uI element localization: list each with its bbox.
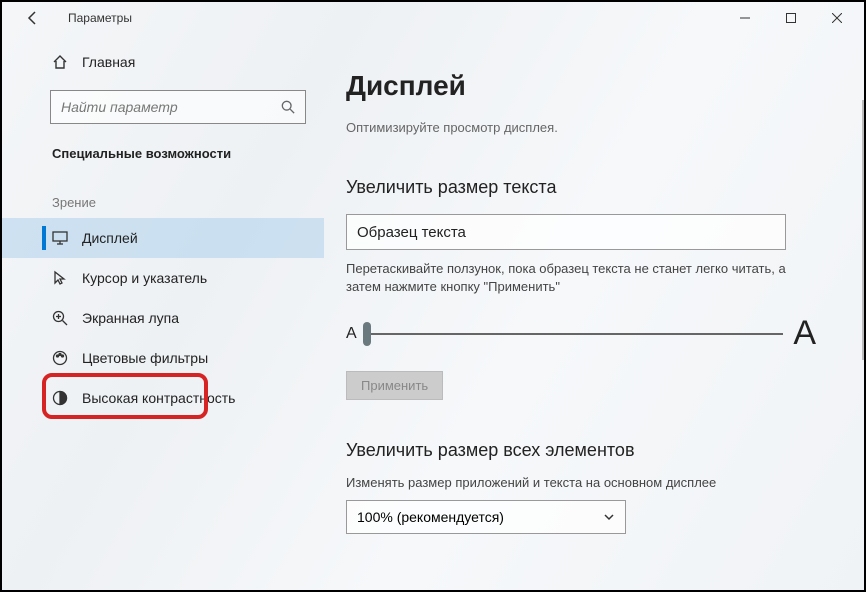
settings-window: Параметры Главная Специальные во — [0, 0, 866, 592]
sidebar: Главная Специальные возможности Зрение Д… — [2, 34, 324, 590]
text-size-slider[interactable] — [367, 333, 784, 335]
sample-text-box: Образец текста — [346, 214, 786, 250]
scale-dropdown[interactable]: 100% (рекомендуется) — [346, 500, 626, 534]
sidebar-item-display[interactable]: Дисплей — [2, 218, 324, 258]
chevron-down-icon — [603, 511, 615, 523]
sidebar-item-color-filters[interactable]: Цветовые фильтры — [2, 338, 324, 378]
contrast-icon — [52, 390, 68, 406]
scale-description: Изменять размер приложений и текста на о… — [346, 475, 844, 490]
apply-button[interactable]: Применить — [346, 371, 443, 400]
group-label-vision: Зрение — [2, 171, 324, 218]
main-panel: Дисплей Оптимизируйте просмотр дисплея. … — [324, 34, 864, 590]
minimize-icon — [740, 13, 750, 23]
search-box[interactable] — [50, 90, 306, 124]
section-scale-title: Увеличить размер всех элементов — [346, 440, 844, 461]
search-input[interactable] — [61, 99, 260, 115]
section-title: Специальные возможности — [2, 124, 324, 171]
scrollbar[interactable] — [862, 100, 864, 360]
sidebar-item-label: Высокая контрастность — [82, 390, 235, 406]
close-button[interactable] — [814, 2, 860, 34]
close-icon — [832, 13, 842, 23]
slider-label-large: A — [793, 314, 816, 353]
titlebar: Параметры — [2, 2, 864, 34]
arrow-left-icon — [25, 10, 41, 26]
search-icon — [281, 100, 295, 114]
sidebar-item-label: Курсор и указатель — [82, 270, 207, 286]
back-button[interactable] — [22, 7, 44, 29]
section-text-size-title: Увеличить размер текста — [346, 177, 844, 198]
app-title: Параметры — [68, 11, 132, 25]
titlebar-left: Параметры — [22, 7, 132, 29]
sidebar-item-cursor[interactable]: Курсор и указатель — [2, 258, 324, 298]
home-label: Главная — [82, 54, 135, 70]
slider-hint: Перетаскивайте ползунок, пока образец те… — [346, 260, 806, 296]
maximize-icon — [786, 13, 796, 23]
magnifier-icon — [52, 310, 68, 326]
sidebar-item-label: Экранная лупа — [82, 310, 179, 326]
sidebar-item-high-contrast[interactable]: Высокая контрастность — [2, 378, 324, 418]
sidebar-item-magnifier[interactable]: Экранная лупа — [2, 298, 324, 338]
sample-text: Образец текста — [357, 224, 466, 241]
page-title: Дисплей — [346, 70, 844, 102]
display-icon — [52, 230, 68, 246]
sidebar-item-label: Цветовые фильтры — [82, 350, 208, 366]
palette-icon — [52, 350, 68, 366]
maximize-button[interactable] — [768, 2, 814, 34]
home-icon — [52, 54, 68, 70]
home-link[interactable]: Главная — [2, 48, 324, 76]
slider-thumb[interactable] — [363, 322, 371, 346]
cursor-icon — [52, 270, 68, 286]
slider-label-small: A — [346, 325, 357, 343]
scale-value: 100% (рекомендуется) — [357, 509, 504, 525]
window-controls — [722, 2, 860, 34]
minimize-button[interactable] — [722, 2, 768, 34]
sidebar-item-label: Дисплей — [82, 230, 138, 246]
body-area: Главная Специальные возможности Зрение Д… — [2, 34, 864, 590]
page-subtitle: Оптимизируйте просмотр дисплея. — [346, 120, 844, 135]
text-size-slider-row: A A — [346, 314, 816, 353]
